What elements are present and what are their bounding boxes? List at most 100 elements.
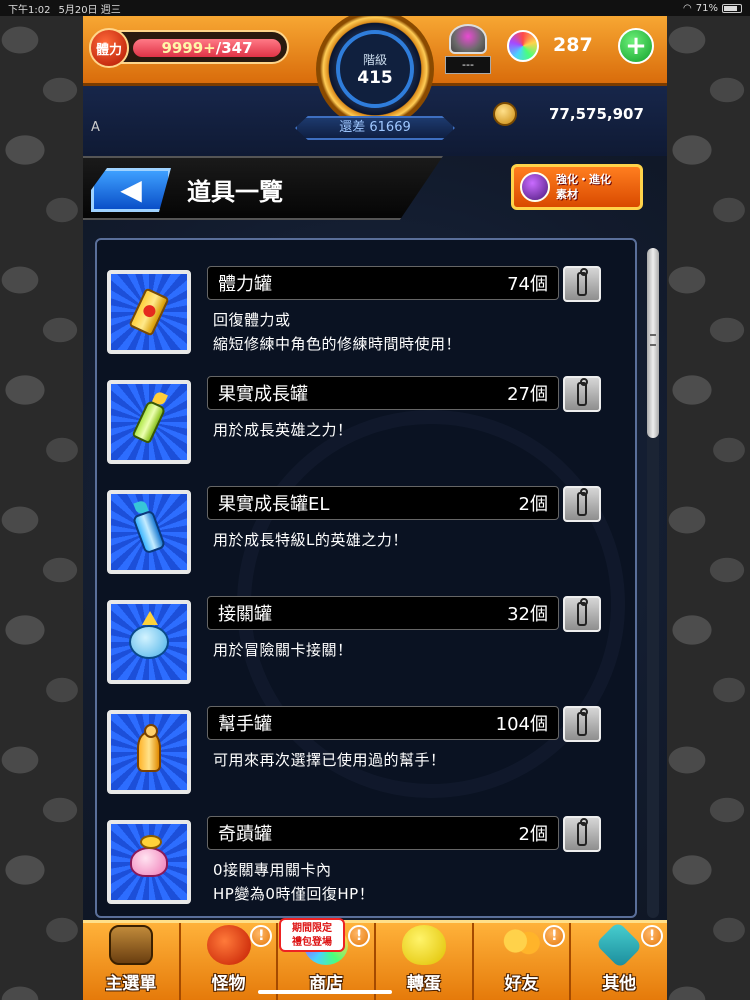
item-name: 果實成長罐 xyxy=(218,384,308,405)
battery-percent: 71% xyxy=(695,2,718,14)
home-indicator[interactable] xyxy=(258,990,392,994)
nav-other[interactable]: 其他 ! xyxy=(571,921,667,1000)
item-name: 果實成長罐EL xyxy=(218,494,330,515)
nav-label: 轉蛋 xyxy=(406,974,441,994)
nav-label: 怪物 xyxy=(211,974,246,994)
promo-line2: 禮包登場 xyxy=(292,937,332,948)
alert-badge: ! xyxy=(543,925,566,947)
status-date: 5月20日 週三 xyxy=(58,4,121,16)
item-info-button[interactable] xyxy=(563,376,601,412)
home-gate-icon xyxy=(108,925,153,965)
gold-coin-icon xyxy=(493,102,517,126)
rank-remaining-exp: 還差 61669 xyxy=(295,116,455,140)
item-name: 體力罐 xyxy=(218,274,272,295)
materials-label-line2: 素材 xyxy=(556,188,578,201)
item-description-line: 可用來再次選擇已使用過的幫手！ xyxy=(213,751,446,769)
back-button[interactable]: ◀ xyxy=(91,168,171,212)
item-row[interactable]: 幫手罐 104個 可用來再次選擇已使用過的幫手！ xyxy=(107,706,607,806)
item-name-bar: 果實成長罐 27個 xyxy=(207,376,559,410)
item-name-bar: 奇蹟罐 2個 xyxy=(207,816,559,850)
battery-icon xyxy=(722,3,742,13)
nav-gacha[interactable]: 轉蛋 xyxy=(376,923,474,1000)
nav-label: 主選單 xyxy=(105,974,157,994)
fruit-growth-bottle-icon xyxy=(131,399,167,445)
item-description: 用於成長特級L的英雄之力！ xyxy=(213,528,408,552)
nav-friends[interactable]: 好友 ! xyxy=(474,923,572,1000)
other-menu-icon xyxy=(595,921,643,969)
stamina-meter[interactable]: 體力 9999+ / 347 xyxy=(89,28,289,68)
item-description-line: 回復體力或 xyxy=(213,311,291,329)
bottom-navigation: 主選單 怪物 ! 商店 ! 轉蛋 好友 ! 其他 ! xyxy=(83,920,667,1000)
side-letter: A xyxy=(91,120,100,135)
item-info-button[interactable] xyxy=(563,706,601,742)
item-description: 用於冒險關卡接關！ xyxy=(213,638,353,662)
item-name: 幫手罐 xyxy=(218,714,272,735)
item-row[interactable]: 奇蹟罐 2個 0接關專用關卡內 HP變為0時僅回復HP！ xyxy=(107,816,607,916)
item-count: 27個 xyxy=(507,384,548,405)
gold-count: 77,575,907 xyxy=(549,105,644,123)
item-description-line: HP變為0時僅回復HP！ xyxy=(213,885,375,903)
rank-label: 階級 xyxy=(362,52,387,67)
info-icon xyxy=(577,488,588,516)
item-description: 用於成長英雄之力！ xyxy=(213,418,353,442)
item-icon-frame[interactable] xyxy=(107,820,191,904)
stamina-current: 9999+ xyxy=(161,39,216,57)
alert-badge: ! xyxy=(250,925,273,947)
enhance-materials-button[interactable]: 強化・進化 素材 xyxy=(511,164,643,210)
item-row[interactable]: 接關罐 32個 用於冒險關卡接關！ xyxy=(107,596,607,696)
item-name-bar: 果實成長罐EL 2個 xyxy=(207,486,559,520)
item-icon-frame[interactable] xyxy=(107,710,191,794)
orb-count: 287 xyxy=(553,34,593,56)
item-icon-frame[interactable] xyxy=(107,380,191,464)
limited-offer-badge[interactable]: 期間限定 禮包登場 xyxy=(279,918,345,952)
scroll-grip-icon xyxy=(650,334,656,346)
rank-ring: 階級 415 xyxy=(336,30,414,108)
item-count: 2個 xyxy=(518,824,548,845)
friend-status[interactable]: --- xyxy=(443,24,493,74)
helper-bottle-icon xyxy=(137,724,161,772)
nav-label: 好友 xyxy=(504,974,539,994)
list-scrollbar[interactable] xyxy=(647,248,659,918)
item-description-line: 縮短修練中角色的修練時間時使用！ xyxy=(213,335,462,353)
item-description-line: 用於冒險關卡接關！ xyxy=(213,641,353,659)
stone-wall-left xyxy=(0,0,83,1000)
promo-line1: 期間限定 xyxy=(292,923,332,934)
alert-badge: ! xyxy=(348,925,371,947)
item-count: 2個 xyxy=(518,494,548,515)
miracle-jar-icon xyxy=(130,835,168,877)
item-description-line: 0接關專用關卡內 xyxy=(213,861,332,879)
friend-count: --- xyxy=(445,56,491,74)
item-icon-frame[interactable] xyxy=(107,490,191,574)
info-icon xyxy=(577,708,588,736)
item-icon-frame[interactable] xyxy=(107,600,191,684)
item-info-button[interactable] xyxy=(563,486,601,522)
nav-label: 其他 xyxy=(602,974,637,994)
item-row[interactable]: 體力罐 74個 回復體力或 縮短修練中角色的修練時間時使用！ xyxy=(107,266,607,366)
monster-icon xyxy=(206,925,251,965)
item-count: 32個 xyxy=(507,604,548,625)
nav-main-menu[interactable]: 主選單 xyxy=(83,923,181,1000)
continue-jar-icon xyxy=(129,611,169,659)
info-icon xyxy=(577,818,588,846)
nav-monsters[interactable]: 怪物 ! xyxy=(181,923,279,1000)
item-description: 可用來再次選擇已使用過的幫手！ xyxy=(213,748,446,772)
item-description: 0接關專用關卡內 HP變為0時僅回復HP！ xyxy=(213,858,374,906)
stamina-icon: 體力 xyxy=(89,28,129,68)
item-name: 接關罐 xyxy=(218,604,272,625)
info-icon xyxy=(577,378,588,406)
item-icon-frame[interactable] xyxy=(107,270,191,354)
item-row[interactable]: 果實成長罐EL 2個 用於成長特級L的英雄之力！ xyxy=(107,486,607,586)
item-row[interactable]: 果實成長罐 27個 用於成長英雄之力！ xyxy=(107,376,607,476)
scrollbar-thumb[interactable] xyxy=(647,248,659,438)
item-info-button[interactable] xyxy=(563,816,601,852)
item-info-button[interactable] xyxy=(563,596,601,632)
materials-icon xyxy=(520,172,550,202)
status-time: 下午1:02 xyxy=(8,4,51,16)
materials-label-line1: 強化・進化 xyxy=(556,173,611,186)
item-info-button[interactable] xyxy=(563,266,601,302)
rank-value: 415 xyxy=(357,67,393,88)
item-description: 回復體力或 縮短修練中角色的修練時間時使用！ xyxy=(213,308,461,356)
item-description-line: 用於成長英雄之力！ xyxy=(213,421,353,439)
fruit-growth-el-bottle-icon xyxy=(131,509,167,555)
add-orb-button[interactable]: + xyxy=(618,28,654,64)
